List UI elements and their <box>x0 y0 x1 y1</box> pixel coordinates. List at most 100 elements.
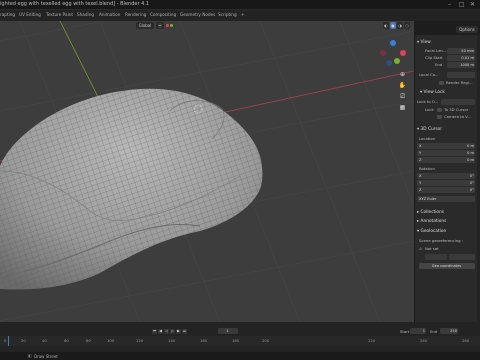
options-dropdown[interactable]: Options <box>456 26 478 33</box>
viewport-shading-material-icon[interactable]: ◑ <box>397 22 403 29</box>
lock-cursor-row: Lock To 3D Cursor <box>417 107 475 113</box>
tab-rendering[interactable]: Rendering <box>125 12 146 17</box>
clip-start-field[interactable]: 0.01 m <box>447 55 475 61</box>
clip-end-row: End 1000 m <box>417 62 475 68</box>
cursor-rot-x-value: 0° <box>469 174 474 178</box>
ruler-tick: 160 <box>200 338 208 343</box>
maximize-button[interactable]: □ <box>459 1 465 8</box>
camera-to-view-row: Camera to V... <box>417 114 475 120</box>
section-3d-cursor-header[interactable]: ▾ 3D Cursor <box>417 127 442 132</box>
cursor-x-value: 0 m <box>467 144 474 148</box>
status-bar: ◧ Draw Street <box>0 352 480 360</box>
tab-shading[interactable]: Shading <box>77 12 94 17</box>
cursor-x-field[interactable]: X 0 m <box>417 143 475 149</box>
ruler-tick: 80 <box>86 338 91 343</box>
georef-field-1[interactable] <box>425 254 447 260</box>
prev-keyframe-icon[interactable]: ◀ <box>158 329 163 334</box>
mouse-left-icon: ◧ <box>28 353 32 358</box>
local-camera-field[interactable] <box>447 72 475 78</box>
playhead[interactable] <box>8 336 9 346</box>
add-workspace-button[interactable]: + <box>241 12 245 17</box>
window-title: ighted egg with texelled egg with texel.… <box>0 1 150 7</box>
pan-hand-icon[interactable]: ✋ <box>398 81 407 90</box>
tab-animation[interactable]: Animation <box>99 12 120 17</box>
cursor-y-value: 0 m <box>467 151 474 155</box>
play-icon[interactable]: ▷ <box>170 329 175 334</box>
cursor-z-field[interactable]: Z 0 m <box>417 157 475 163</box>
neg-z-axis-ball-icon[interactable] <box>386 60 392 66</box>
tab-scripting[interactable]: Scripting <box>218 12 237 17</box>
y-axis-ball-icon[interactable] <box>394 58 400 64</box>
cursor-y-field[interactable]: Y 0 m <box>417 150 475 156</box>
3d-viewport[interactable] <box>0 21 414 322</box>
end-frame-label: End <box>430 329 438 334</box>
neg-x-axis-ball-icon[interactable] <box>380 50 386 56</box>
section-view-header[interactable]: ▾ View <box>417 40 431 45</box>
tab-sculpting[interactable]: rapting <box>0 12 15 17</box>
section-geolocation-header[interactable]: ▾ Geolocation <box>417 229 446 234</box>
lock-to-object-field[interactable] <box>441 99 475 105</box>
next-keyframe-icon[interactable]: ▶ <box>176 329 181 334</box>
cursor-x-row[interactable]: X 0 m <box>417 143 475 149</box>
tab-geometry-nodes[interactable]: Geometry Nodes <box>180 12 215 17</box>
tab-texture-paint[interactable]: Texture Paint <box>46 12 73 17</box>
tab-compositing[interactable]: Compositing <box>150 12 176 17</box>
georef-warning-icon: ⚠ <box>419 246 423 251</box>
tab-uv-editing[interactable]: UV Editing <box>19 12 41 17</box>
section-collections-header[interactable]: ▸ Collections <box>417 210 444 215</box>
start-frame-field[interactable]: 1 <box>410 328 426 334</box>
focal-length-field[interactable]: 50 mm <box>447 48 475 54</box>
play-reverse-icon[interactable]: ◁ <box>164 329 169 334</box>
end-frame-field[interactable]: 250 <box>440 328 458 334</box>
cursor-rot-z-row[interactable]: Z 0° <box>417 187 475 193</box>
sculpted-egg-mesh[interactable] <box>0 88 263 290</box>
minimize-button[interactable]: – <box>448 1 451 8</box>
navigation-gizmo[interactable] <box>378 40 408 70</box>
zoom-icon[interactable]: ⊕ <box>398 70 407 79</box>
lock-label: Lock <box>425 107 434 112</box>
lock-to-cursor-checkbox[interactable] <box>437 107 442 112</box>
rotation-mode-dropdown[interactable]: XYZ Euler <box>417 196 475 202</box>
cursor-rot-y-field[interactable]: Y 0° <box>417 180 475 186</box>
perspective-toggle-icon[interactable]: ▦ <box>398 103 407 112</box>
cursor-y-row[interactable]: Y 0 m <box>417 150 475 156</box>
section-view-lock-header[interactable]: ▾ View Lock <box>420 90 445 95</box>
start-frame-label: Start <box>400 329 410 334</box>
jump-start-icon[interactable]: ⏮ <box>152 329 157 334</box>
clip-end-field[interactable]: 1000 m <box>447 62 475 68</box>
cursor-z-row[interactable]: Z 0 m <box>417 157 475 163</box>
cursor-rot-x-field[interactable]: X 0° <box>417 173 475 179</box>
camera-view-icon[interactable]: ⎚ <box>398 92 407 101</box>
viewport-shading-solid-icon[interactable]: ● <box>390 22 396 29</box>
section-annotations-header[interactable]: ▸ Annotations <box>417 219 446 224</box>
ruler-tick: 240 <box>420 338 428 343</box>
cursor-z-label: Z <box>419 158 422 162</box>
jump-end-icon[interactable]: ⏭ <box>182 329 187 334</box>
cursor-rot-z-field[interactable]: Z 0° <box>417 187 475 193</box>
z-axis-ball-icon[interactable] <box>390 40 396 46</box>
geo-coordinates-button[interactable]: Geo coordinates <box>419 263 475 269</box>
cursor-rot-y-row[interactable]: Y 0° <box>417 180 475 186</box>
camera-to-view-checkbox[interactable] <box>437 114 442 119</box>
viewport-shading-render-icon[interactable]: ○ <box>404 22 410 29</box>
georef-field-2[interactable] <box>449 254 475 260</box>
transform-orientation-dropdown[interactable]: Global <box>136 22 154 29</box>
ruler-tick: 60 <box>64 338 69 343</box>
cursor-rot-x-label: X <box>419 174 422 178</box>
viewport-shading-wire-icon[interactable]: ◐ <box>383 22 389 29</box>
clip-end-label: End <box>435 62 443 67</box>
x-axis-ball-icon[interactable] <box>400 50 406 56</box>
close-button[interactable]: ✕ <box>470 1 475 8</box>
cursor-rot-x-row[interactable]: X 0° <box>417 173 475 179</box>
focal-length-label: Focal Len... <box>425 48 447 53</box>
current-frame-field[interactable]: 1 <box>218 328 238 334</box>
timeline-ruler[interactable]: 0 20 40 60 80 100 120 140 160 180 200 22… <box>0 336 480 346</box>
workspace-bar: rapting UV Editing Texture Paint Shading… <box>0 10 480 21</box>
ruler-tick: 120 <box>136 338 144 343</box>
ruler-tick: 20 <box>21 338 26 343</box>
pivot-point-icon[interactable]: ⦿ <box>156 22 164 29</box>
lock-to-object-label: Lock to O... <box>417 99 439 104</box>
cursor-rot-y-value: 0° <box>469 181 474 185</box>
render-region-checkbox[interactable] <box>439 80 444 85</box>
rotation-mode-row[interactable]: XYZ Euler <box>417 196 475 202</box>
